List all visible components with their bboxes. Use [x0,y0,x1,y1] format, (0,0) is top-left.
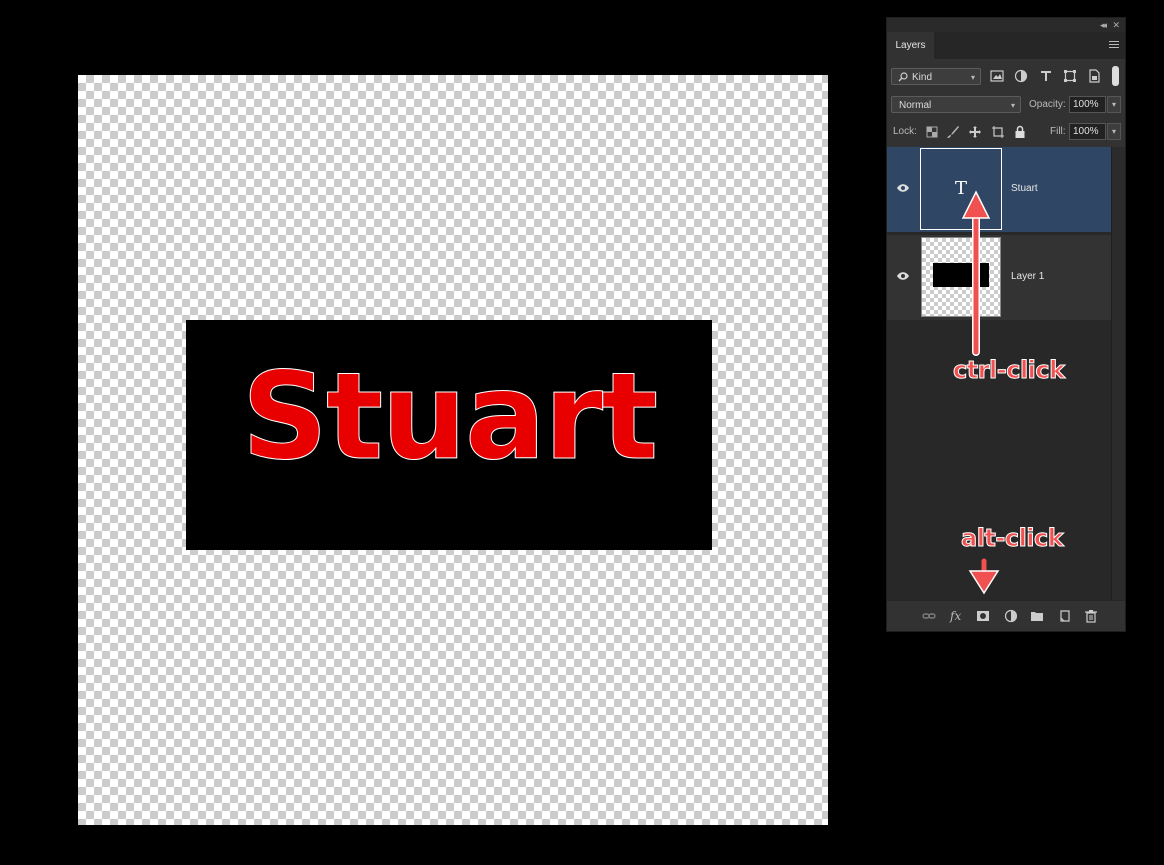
fill-field[interactable]: 100% [1069,123,1106,140]
adjustment-filter-icon[interactable] [1014,69,1028,83]
blend-mode-dropdown[interactable]: Normal ▾ [891,96,1021,113]
layer-row-stuart[interactable]: T Stuart [887,147,1111,232]
document-canvas[interactable]: Stuart [78,75,828,825]
add-mask-icon[interactable] [976,609,990,623]
lock-transparent-icon[interactable] [925,125,939,139]
opacity-field[interactable]: 100% [1069,96,1106,113]
lock-image-icon[interactable] [946,125,960,139]
chevron-down-icon: ▾ [970,73,975,82]
lock-position-icon[interactable] [968,125,982,139]
layer-row-layer-1[interactable]: Layer 1 [887,235,1111,320]
new-group-icon[interactable] [1030,609,1044,623]
close-panel-icon[interactable]: ✕ [1112,18,1120,32]
lock-all-icon[interactable] [1013,125,1027,139]
alt-click-arrow [968,558,1000,595]
type-filter-icon[interactable] [1039,69,1053,83]
fill-label: Fill: [1050,126,1066,137]
tab-layers[interactable]: Layers [887,32,934,59]
ctrl-click-arrow [961,190,991,356]
lock-artboard-icon[interactable] [991,125,1005,139]
visibility-eye-icon[interactable] [896,271,910,281]
adjustment-layer-icon[interactable] [1004,609,1018,623]
link-layers-icon[interactable] [922,609,936,623]
black-rectangle-layer-content: Stuart [186,320,712,550]
layer-name[interactable]: Stuart [1011,183,1038,194]
collapse-icon[interactable]: ◂◂ [1100,18,1107,32]
panel-tab-bar: Layers [887,32,1125,59]
kind-filter-dropdown[interactable]: Kind ▾ [891,68,981,85]
layers-scrollbar[interactable] [1111,147,1125,602]
fx-icon[interactable]: fx [950,609,964,623]
layer-name[interactable]: Layer 1 [1011,271,1044,282]
panel-menu-icon[interactable] [1109,41,1119,49]
chevron-down-icon: ▾ [1010,101,1015,110]
ctrl-click-annotation: ctrl-click [953,356,1066,385]
lock-label: Lock: [893,126,917,137]
visibility-eye-icon[interactable] [896,183,910,193]
filter-toggle-switch[interactable] [1112,66,1119,86]
blend-mode-label: Normal [899,100,932,111]
alt-click-annotation: alt-click [960,524,1064,553]
opacity-dropdown-arrow[interactable]: ▾ [1107,96,1121,113]
opacity-label: Opacity: [1029,99,1066,110]
kind-filter-label: Kind [912,72,933,83]
smart-object-filter-icon[interactable] [1087,69,1101,83]
blend-row: Normal ▾ Opacity: 100% ▾ [887,93,1125,120]
search-icon [898,72,908,82]
filter-row: Kind ▾ [887,59,1125,93]
image-filter-icon[interactable] [990,69,1004,83]
new-layer-icon[interactable] [1058,609,1072,623]
fill-dropdown-arrow[interactable]: ▾ [1107,123,1121,140]
panel-bottom-bar: fx [887,600,1125,631]
stuart-text-selection: Stuart [241,348,659,488]
lock-row: Lock: Fill: 100% ▾ [887,120,1125,147]
delete-icon[interactable] [1084,609,1098,623]
shape-filter-icon[interactable] [1063,69,1077,83]
panel-top-bar: ◂◂ ✕ [887,18,1125,32]
